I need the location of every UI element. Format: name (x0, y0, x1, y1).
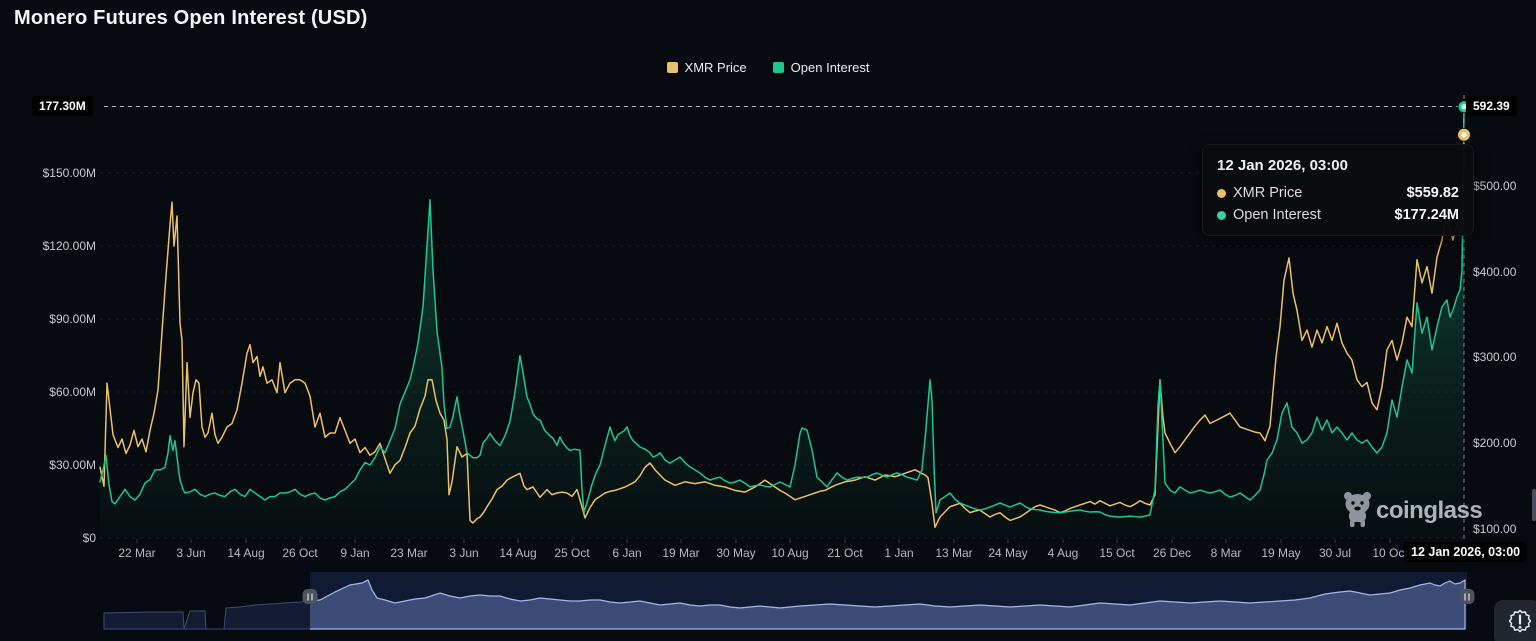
y-axis-label-left: $0 (0, 530, 96, 546)
y-axis-label-left: $150.00M (0, 165, 96, 181)
y-axis-label-left: $60.00M (0, 384, 96, 400)
open-interest-swatch-icon (773, 62, 784, 73)
x-axis-label: 26 Oct (282, 546, 317, 560)
x-axis-label: 15 Oct (1099, 546, 1134, 560)
x-axis-label: 19 May (1261, 546, 1300, 560)
x-axis-label: 8 Mar (1211, 546, 1242, 560)
report-issue-button[interactable] (1494, 600, 1536, 641)
x-axis-label: 26 Dec (1153, 546, 1191, 560)
x-axis-label: 30 Jul (1319, 546, 1351, 560)
legend-label: Open Interest (791, 60, 870, 75)
x-axis-label: 30 May (716, 546, 755, 560)
coinglass-wordmark: coinglass (1376, 497, 1482, 525)
x-axis-label: 10 Aug (771, 546, 808, 560)
y-axis-label-right: $300.00 (1473, 349, 1516, 365)
x-axis-label: 23 Mar (390, 546, 427, 560)
x-axis-label: 9 Jan (340, 546, 369, 560)
tooltip-label: XMR Price (1233, 185, 1302, 201)
y-axis-label-right: $500.00 (1473, 178, 1516, 194)
open-interest-dot-icon (1217, 211, 1226, 220)
x-axis-label: 14 Aug (499, 546, 536, 560)
tooltip-value: $559.82 (1407, 185, 1459, 201)
x-axis-label: 4 Aug (1048, 546, 1079, 560)
x-axis-label: 25 Oct (554, 546, 589, 560)
x-axis-label: 1 Jan (884, 546, 913, 560)
x-axis-label: 3 Jun (449, 546, 478, 560)
navigator-right-handle[interactable] (1460, 589, 1475, 604)
x-axis-label: 6 Jan (612, 546, 641, 560)
crosshair-left-value-badge: 177.30M (32, 96, 93, 116)
chart-tooltip: 12 Jan 2026, 03:00 XMR Price $559.82 Ope… (1202, 144, 1474, 236)
y-axis-label-left: $120.00M (0, 238, 96, 254)
chart-panel: Monero Futures Open Interest (USD) XMR P… (0, 0, 1536, 641)
page-title: Monero Futures Open Interest (USD) (14, 7, 368, 30)
scrollbar-thumb[interactable] (1532, 489, 1536, 521)
chart-canvas (0, 0, 1536, 641)
x-axis-label: 24 May (988, 546, 1027, 560)
y-axis-label-right: $200.00 (1473, 435, 1516, 451)
legend: XMR Price Open Interest (0, 60, 1536, 75)
y-axis-label-left: $30.00M (0, 457, 96, 473)
navigator-left-handle[interactable] (303, 589, 318, 604)
y-axis-label-left: $90.00M (0, 311, 96, 327)
tooltip-date: 12 Jan 2026, 03:00 (1217, 157, 1459, 174)
crosshair-right-value-badge: 592.39 (1466, 96, 1517, 116)
legend-item-open-interest[interactable]: Open Interest (773, 60, 870, 75)
y-axis-label-right: $400.00 (1473, 264, 1516, 280)
x-axis-label: 3 Jun (176, 546, 205, 560)
legend-item-xmr-price[interactable]: XMR Price (667, 60, 747, 75)
tooltip-value: $177.24M (1395, 207, 1460, 223)
x-axis-label: 22 Mar (118, 546, 155, 560)
tooltip-row-open-interest: Open Interest $177.24M (1217, 207, 1459, 223)
x-axis-label: 21 Oct (827, 546, 862, 560)
badge-exclamation-icon (1500, 601, 1536, 641)
xmr-price-dot-icon (1217, 189, 1226, 198)
tooltip-row-xmr-price: XMR Price $559.82 (1217, 185, 1459, 201)
x-axis-label: 14 Aug (227, 546, 264, 560)
x-axis-label: 19 Mar (662, 546, 699, 560)
xmr-price-swatch-icon (667, 62, 678, 73)
crosshair-date-badge: 12 Jan 2026, 03:00 (1404, 542, 1527, 562)
legend-label: XMR Price (685, 60, 747, 75)
x-axis-label: 10 Oct (1372, 546, 1407, 560)
x-axis-label: 13 Mar (935, 546, 972, 560)
tooltip-label: Open Interest (1233, 207, 1321, 223)
